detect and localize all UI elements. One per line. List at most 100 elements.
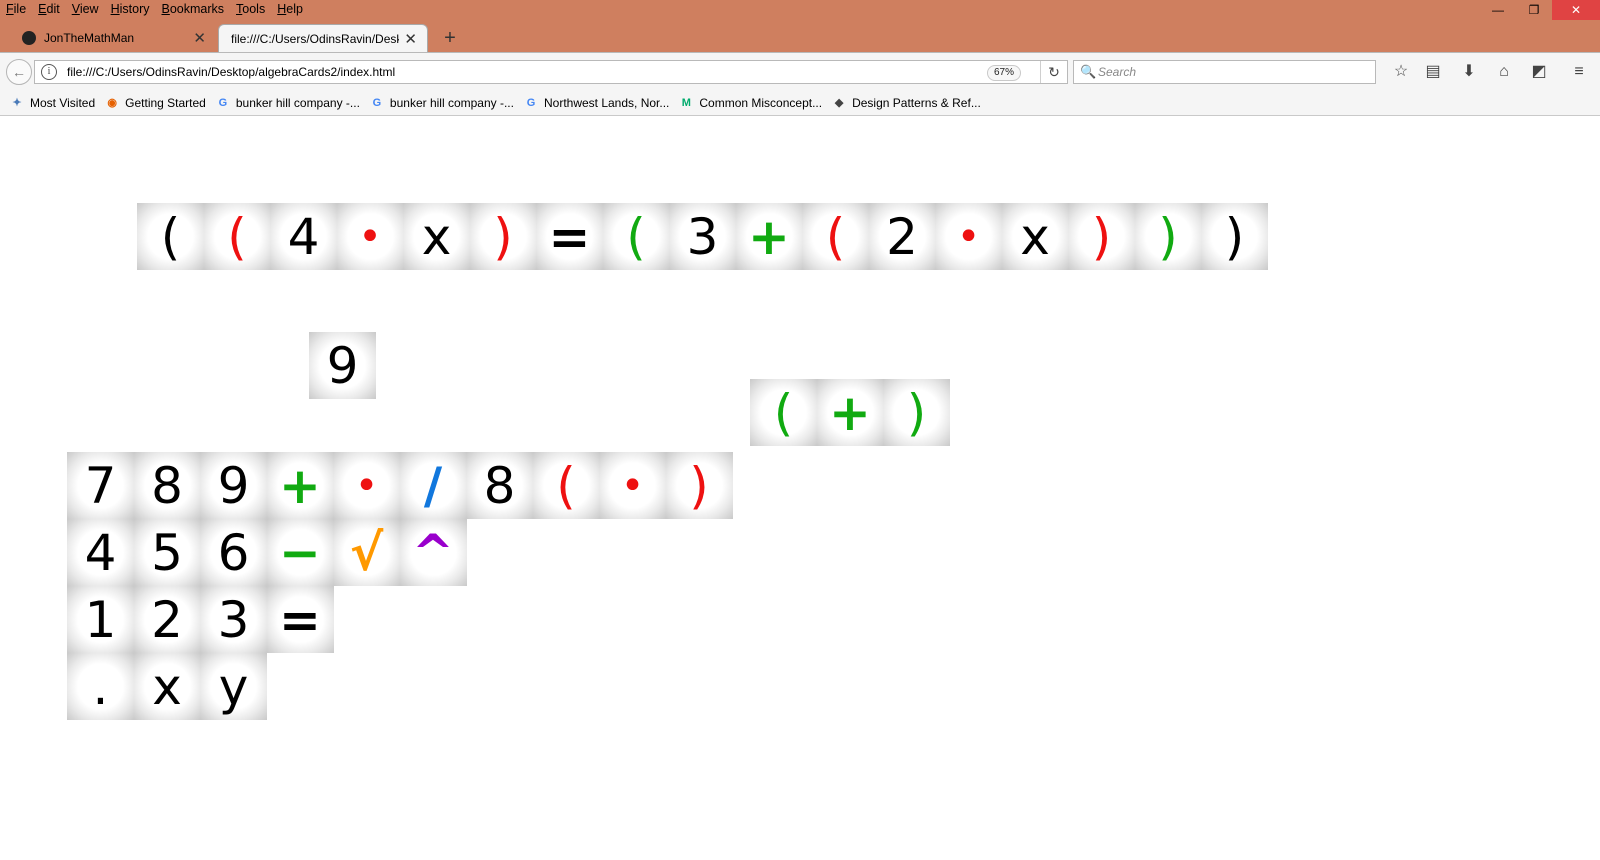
bookmark-label: Most Visited xyxy=(30,95,96,110)
card-open-paren[interactable]: ( xyxy=(802,203,869,270)
card-close-paren[interactable]: ) xyxy=(665,452,733,519)
restore-button[interactable]: ❐ xyxy=(1516,0,1552,20)
google-icon: G xyxy=(218,96,228,109)
bookmark-label: Northwest Lands, Nor... xyxy=(543,95,670,110)
card-9[interactable]: 9 xyxy=(309,332,376,399)
medium-icon: M xyxy=(681,96,691,109)
back-button[interactable]: ← xyxy=(6,59,32,85)
menu-view[interactable]: View xyxy=(66,0,105,20)
bookmark-item[interactable]: G Northwest Lands, Nor... xyxy=(524,95,670,110)
menu-file[interactable]: File xyxy=(0,0,32,20)
close-tab-icon[interactable]: ✕ xyxy=(193,29,206,47)
card-plus[interactable]: + xyxy=(735,203,803,270)
menu-edit[interactable]: Edit xyxy=(32,0,66,20)
card-x[interactable]: x xyxy=(403,203,470,270)
card-multiply-dot[interactable]: • xyxy=(336,203,404,270)
reload-button[interactable]: ↻ xyxy=(1040,61,1067,83)
card-2[interactable]: 2 xyxy=(868,203,936,270)
menu-accelerator: H xyxy=(277,2,287,16)
card-1[interactable]: 1 xyxy=(67,586,134,653)
minimize-button[interactable]: — xyxy=(1480,0,1516,20)
card-4[interactable]: 4 xyxy=(67,519,134,586)
menu-label: dit xyxy=(46,2,60,16)
site-info-icon[interactable]: i xyxy=(41,64,57,80)
menu-label: ools xyxy=(242,2,266,16)
tab-jonthemathman[interactable]: JonTheMathMan ✕ xyxy=(10,24,216,52)
menu-history[interactable]: History xyxy=(105,0,156,20)
card-close-paren[interactable]: ) xyxy=(883,379,950,446)
bookmark-label: bunker hill company -... xyxy=(235,95,360,110)
pocket-icon[interactable]: ◩ xyxy=(1528,62,1550,82)
card-open-paren[interactable]: ( xyxy=(602,203,670,270)
close-tab-icon[interactable]: ✕ xyxy=(404,30,417,48)
card-plus[interactable]: + xyxy=(816,379,884,446)
card-close-paren[interactable]: ) xyxy=(1068,203,1135,270)
bookmark-item[interactable]: ◉ Getting Started xyxy=(105,96,206,110)
card-6[interactable]: 6 xyxy=(200,519,267,586)
bookmark-label: Design Patterns & Ref... xyxy=(852,95,981,110)
card-open-paren[interactable]: ( xyxy=(750,379,817,446)
card-plus[interactable]: + xyxy=(266,452,334,519)
card-close-paren[interactable]: ) xyxy=(1134,203,1202,270)
close-window-button[interactable]: ✕ xyxy=(1552,0,1600,20)
menu-tools[interactable]: Tools xyxy=(230,0,271,20)
menu-bar: File Edit View History Bookmarks Tools Help xyxy=(0,0,309,20)
card-x[interactable]: x xyxy=(133,653,201,720)
tab-index-html[interactable]: file:///C:/Users/OdinsRavin/Desk ✕ xyxy=(218,24,428,52)
card-equals[interactable]: = xyxy=(266,586,334,653)
bookmark-item[interactable]: M Common Misconcept... xyxy=(679,96,822,110)
search-input[interactable]: 🔍 Search xyxy=(1073,60,1376,84)
card-4[interactable]: 4 xyxy=(270,203,337,270)
card-minus[interactable]: − xyxy=(266,519,334,586)
card-equals[interactable]: = xyxy=(536,203,603,270)
card-power[interactable]: ^ xyxy=(399,519,467,586)
card-y[interactable]: y xyxy=(200,653,267,720)
most-visited-icon: ✦ xyxy=(12,97,22,109)
card-multiply-dot[interactable]: • xyxy=(935,203,1002,270)
card-5[interactable]: 5 xyxy=(133,519,201,586)
card-open-paren[interactable]: ( xyxy=(203,203,271,270)
bookmark-item[interactable]: Gbunker hill company -... xyxy=(370,96,514,110)
menu-label: istory xyxy=(119,2,150,16)
reading-list-icon[interactable]: ▤ xyxy=(1422,62,1444,82)
address-bar[interactable]: i file:///C:/Users/OdinsRavin/Desktop/al… xyxy=(34,60,1068,84)
card-multiply-dot[interactable]: • xyxy=(599,452,666,519)
bookmark-item[interactable]: ✦ Most Visited xyxy=(10,96,95,110)
menu-label: ookmarks xyxy=(169,2,225,16)
card-sqrt[interactable]: √ xyxy=(333,519,400,586)
card-multiply-dot[interactable]: • xyxy=(333,452,400,519)
card-close-paren[interactable]: ) xyxy=(469,203,537,270)
home-icon[interactable]: ⌂ xyxy=(1493,62,1515,82)
bookmark-label: bunker hill company -... xyxy=(389,95,514,110)
card-open-paren[interactable]: ( xyxy=(532,452,600,519)
hamburger-menu-icon[interactable]: ≡ xyxy=(1568,62,1590,82)
zoom-indicator[interactable]: 67% xyxy=(987,65,1022,81)
url-text[interactable]: file:///C:/Users/OdinsRavin/Desktop/alge… xyxy=(67,65,395,79)
card-8[interactable]: 8 xyxy=(466,452,533,519)
card-7[interactable]: 7 xyxy=(67,452,134,519)
bookmark-item[interactable]: ◆ Design Patterns & Ref... xyxy=(832,96,981,110)
card-8[interactable]: 8 xyxy=(133,452,201,519)
menu-help[interactable]: Help xyxy=(271,0,309,20)
menu-accelerator: V xyxy=(71,2,80,16)
card-decimal-point[interactable]: . xyxy=(67,653,134,720)
menu-accelerator: E xyxy=(38,2,47,16)
title-bar: File Edit View History Bookmarks Tools Help — … xyxy=(0,0,1600,52)
card-3[interactable]: 3 xyxy=(200,586,267,653)
menu-accelerator: B xyxy=(161,2,170,16)
card-3[interactable]: 3 xyxy=(669,203,736,270)
card-open-paren[interactable]: ( xyxy=(137,203,204,270)
card-x[interactable]: x xyxy=(1001,203,1069,270)
card-9[interactable]: 9 xyxy=(200,452,267,519)
card-close-paren[interactable]: ) xyxy=(1201,203,1268,270)
downloads-icon[interactable]: ⬇ xyxy=(1458,62,1480,82)
bookmark-item[interactable]: Gbunker hill company -... xyxy=(216,96,360,110)
card-2[interactable]: 2 xyxy=(133,586,201,653)
card-divide[interactable]: / xyxy=(399,452,467,519)
new-tab-button[interactable]: + xyxy=(436,24,464,52)
firefox-icon: ◉ xyxy=(107,97,117,109)
google-icon: G xyxy=(526,96,536,109)
menu-bookmarks[interactable]: Bookmarks xyxy=(156,0,231,20)
window-controls: — ❐ ✕ xyxy=(1480,0,1600,20)
bookmark-star-icon[interactable]: ☆ xyxy=(1390,62,1412,82)
